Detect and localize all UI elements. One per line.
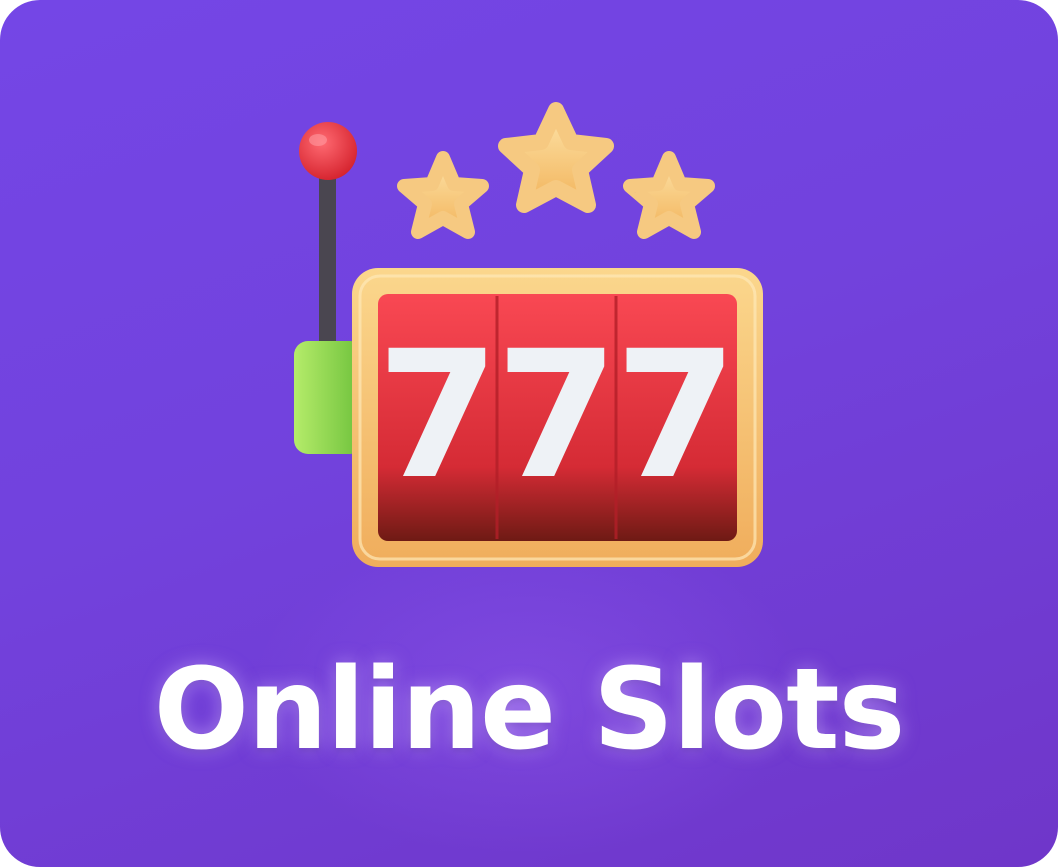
lever (299, 122, 357, 350)
reel-symbol-1: 7 (377, 313, 499, 518)
star-icon-right (623, 151, 715, 239)
lever-knob (299, 122, 357, 180)
reel-symbol-2: 7 (496, 313, 618, 518)
card-title: Online Slots (153, 645, 906, 775)
star-icon-center (498, 102, 614, 213)
online-slots-card[interactable]: 7 7 7 Online Slots (0, 0, 1058, 867)
star-icon-left (397, 151, 489, 239)
reel-symbol-3: 7 (615, 313, 737, 518)
slot-machine-icon: 7 7 7 (294, 102, 763, 567)
